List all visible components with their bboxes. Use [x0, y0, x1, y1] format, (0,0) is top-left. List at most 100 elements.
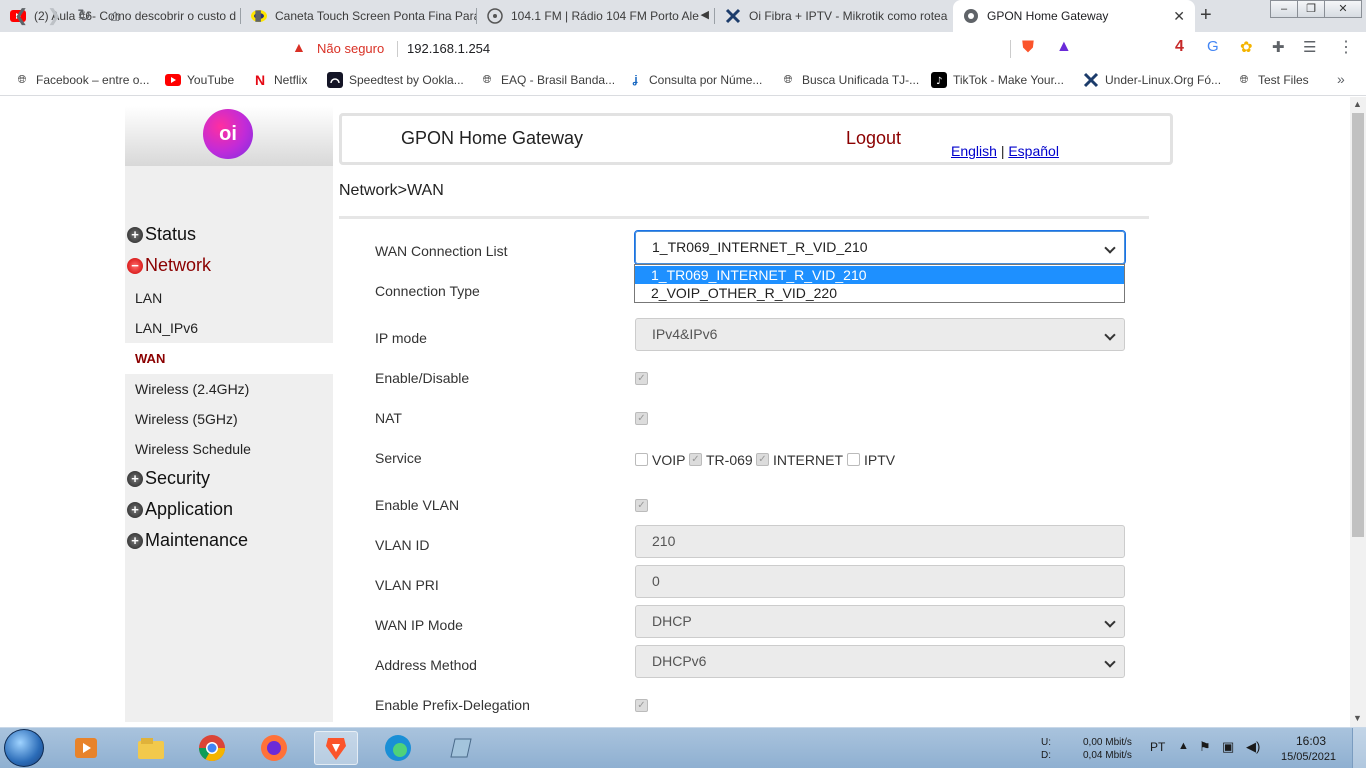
network-icon[interactable]: ▣ [1222, 739, 1234, 755]
clock-time[interactable]: 16:03 [1296, 734, 1326, 748]
address-method-select[interactable]: DHCPv6 [635, 645, 1125, 678]
home-icon[interactable]: ⌂ [110, 6, 120, 26]
collapse-icon: − [127, 257, 143, 274]
show-desktop-button[interactable] [1352, 728, 1366, 768]
notes-icon[interactable] [440, 731, 480, 765]
address-method-label: Address Method [375, 657, 477, 673]
url-text[interactable]: 192.168.1.254 [407, 41, 490, 56]
tab-radio[interactable]: 104.1 FM | Rádio 104 FM Porto Ale ◀ [477, 0, 715, 32]
bookmark-consulta[interactable]: ʝ Consulta por Núme... [627, 72, 762, 88]
new-tab-icon[interactable]: + [1200, 4, 1212, 27]
translate-icon[interactable]: G [1207, 38, 1219, 55]
bookmark-facebook[interactable]: 🌐︎ Facebook – entre o... [14, 72, 150, 88]
nat-checkbox[interactable]: ✓ [635, 412, 648, 425]
bookmark-busca[interactable]: 🌐︎ Busca Unificada TJ-... [780, 72, 920, 88]
firefox-icon[interactable] [254, 731, 294, 765]
reading-list-icon[interactable]: ☰ [1303, 38, 1316, 56]
menu-security[interactable]: + Security [127, 468, 210, 489]
warning-icon[interactable]: ▲ [292, 39, 306, 55]
submenu-wireless-5[interactable]: Wireless (5GHz) [135, 411, 238, 427]
explorer-icon[interactable] [131, 731, 171, 765]
language-switch: English | Español [951, 143, 1059, 159]
edge-icon[interactable] [378, 731, 418, 765]
tab-aula[interactable]: (2) Aula #6- Como descobrir o custo d [0, 0, 241, 32]
internet-checkbox[interactable]: ✓ [756, 453, 769, 466]
vlan-pri-input[interactable]: 0 [635, 565, 1125, 598]
nat-label: NAT [375, 410, 402, 426]
tray-expand-icon[interactable]: ▲ [1178, 740, 1189, 752]
iptv-checkbox[interactable] [847, 453, 860, 466]
tab-gpon[interactable]: GPON Home Gateway ✕ [953, 0, 1195, 32]
menu-icon[interactable]: ⋮ [1338, 37, 1354, 57]
vlan-pri-label: VLAN PRI [375, 577, 439, 593]
extension-icon[interactable]: ✿ [1240, 38, 1253, 56]
voip-checkbox[interactable] [635, 453, 648, 466]
scroll-down-icon[interactable]: ▼ [1353, 713, 1362, 723]
enable-vlan-label: Enable VLAN [375, 497, 460, 513]
scroll-up-icon[interactable]: ▲ [1353, 99, 1362, 109]
puzzle-icon[interactable]: ✚ [1272, 38, 1285, 56]
prefix-delegation-checkbox[interactable]: ✓ [635, 699, 648, 712]
start-button[interactable] [4, 729, 44, 767]
extension-badge[interactable]: 4 [1175, 38, 1184, 56]
expand-icon: + [127, 226, 143, 243]
vlan-id-input[interactable]: 210 [635, 525, 1125, 558]
iptv-label: IPTV [864, 452, 896, 468]
bookmark-eaq[interactable]: 🌐︎ EAQ - Brasil Banda... [479, 72, 615, 88]
bookmark-underlinux[interactable]: Under-Linux.Org Fó... [1083, 72, 1221, 88]
consulta-icon: ʝ [632, 74, 638, 86]
close-window-icon[interactable]: ✕ [1324, 0, 1362, 18]
chrome-icon[interactable] [192, 731, 232, 765]
submenu-wireless-24[interactable]: Wireless (2.4GHz) [135, 381, 249, 397]
submenu-lan[interactable]: LAN [135, 290, 162, 306]
dropdown-option[interactable]: 2_VOIP_OTHER_R_VID_220 [635, 284, 1124, 302]
enable-vlan-checkbox[interactable]: ✓ [635, 499, 648, 512]
volume-icon[interactable]: ◀) [1246, 739, 1260, 755]
menu-maintenance[interactable]: + Maintenance [127, 530, 248, 551]
bookmark-tiktok[interactable]: ♪ TikTok - Make Your... [931, 72, 1064, 88]
bookmark-netflix[interactable]: N Netflix [252, 72, 307, 88]
more-bookmarks-icon[interactable]: » [1337, 71, 1345, 87]
english-link[interactable]: English [951, 143, 997, 159]
logout-link[interactable]: Logout [846, 128, 901, 149]
submenu-wan[interactable]: WAN [135, 351, 165, 366]
submenu-lan-ipv6[interactable]: LAN_IPv6 [135, 320, 198, 336]
minimize-icon[interactable]: ‒ [1270, 0, 1298, 18]
bookmark-speedtest[interactable]: Speedtest by Ookla... [327, 72, 464, 88]
close-tab-icon[interactable]: ✕ [1173, 8, 1185, 25]
bookmark-testfiles[interactable]: 🌐︎ Test Files [1236, 72, 1309, 88]
tab-title: Caneta Touch Screen Ponta Fina Para [275, 9, 477, 23]
restore-icon[interactable]: ❐ [1297, 0, 1325, 18]
ip-mode-select[interactable]: IPv4&IPv6 [635, 318, 1125, 351]
scroll-thumb[interactable] [1352, 113, 1364, 537]
forward-icon[interactable]: ❯ [47, 6, 61, 26]
back-icon[interactable]: ❮ [14, 6, 28, 26]
wan-ip-mode-select[interactable]: DHCP [635, 605, 1125, 638]
bookmark-youtube[interactable]: YouTube [165, 72, 234, 88]
tab-caneta[interactable]: Caneta Touch Screen Ponta Fina Para [241, 0, 477, 32]
menu-label: Application [145, 499, 234, 519]
tab-oi-fibra[interactable]: Oi Fibra + IPTV - Mikrotik como rotea [715, 0, 953, 32]
security-label[interactable]: Não seguro [317, 41, 384, 56]
menu-application[interactable]: + Application [127, 499, 233, 520]
brave-shield-icon[interactable]: ⛊ [1022, 39, 1034, 57]
service-label: Service [375, 450, 422, 466]
dropdown-option[interactable]: 1_TR069_INTERNET_R_VID_210 [635, 266, 1124, 284]
flag-icon[interactable]: ⚑ [1199, 739, 1211, 755]
language-indicator[interactable]: PT [1150, 740, 1165, 754]
speaker-icon[interactable]: ◀ [701, 8, 709, 21]
brave-icon[interactable] [314, 731, 358, 765]
menu-status[interactable]: + Status [127, 224, 196, 245]
media-player-icon[interactable] [66, 731, 106, 765]
bookmark-icon[interactable]: ▮ [254, 6, 262, 24]
menu-network[interactable]: − Network [127, 255, 211, 276]
clock-date[interactable]: 15/05/2021 [1281, 751, 1336, 763]
tr069-checkbox[interactable]: ✓ [689, 453, 702, 466]
reload-icon[interactable]: ↻ [77, 6, 91, 26]
submenu-wireless-schedule[interactable]: Wireless Schedule [135, 441, 251, 457]
wan-connection-select[interactable]: 1_TR069_INTERNET_R_VID_210 [634, 230, 1126, 265]
espanol-link[interactable]: Español [1008, 143, 1059, 159]
brave-rewards-icon[interactable]: ▲ [1056, 38, 1072, 56]
enable-disable-checkbox[interactable]: ✓ [635, 372, 648, 385]
bookmark-label: Consulta por Núme... [649, 73, 763, 87]
